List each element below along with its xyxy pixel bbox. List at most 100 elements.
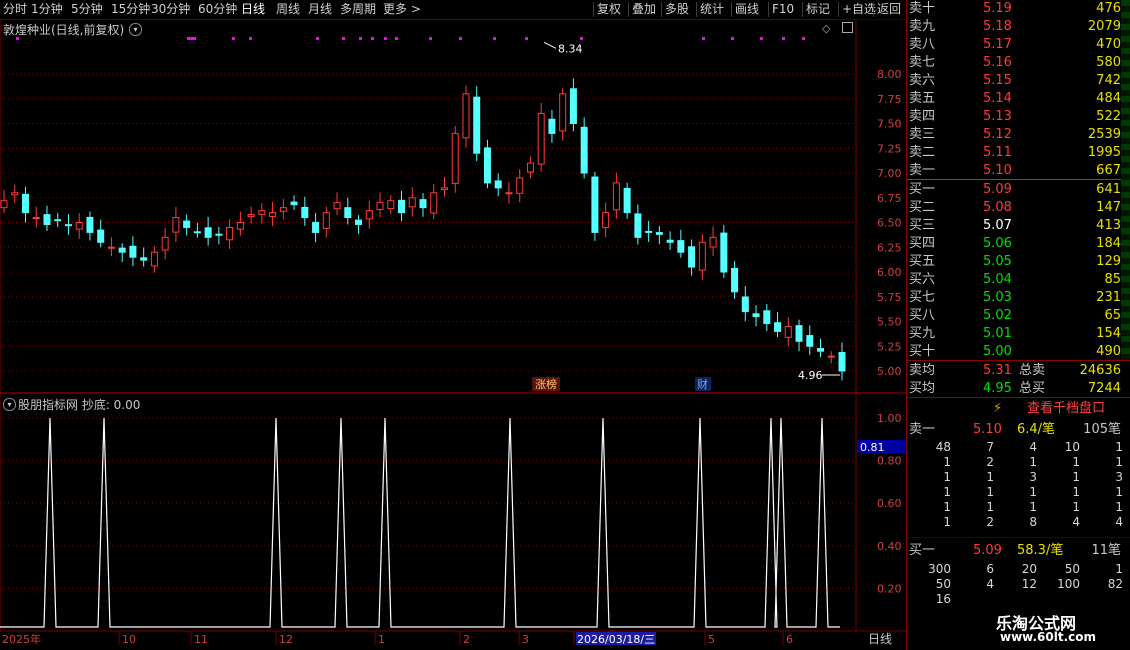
- bid-volume: 413: [1096, 218, 1121, 233]
- ask-row[interactable]: 卖九 5.18 2079: [907, 18, 1121, 36]
- ask-volume: 476: [1096, 1, 1121, 16]
- bid-row[interactable]: 买十 5.00 490: [907, 343, 1121, 361]
- period-tab-3[interactable]: 15分钟: [111, 1, 150, 18]
- bid-row[interactable]: 买七 5.03 231: [907, 289, 1121, 307]
- ask-row[interactable]: 卖四 5.13 522: [907, 108, 1121, 126]
- bid-row[interactable]: 买九 5.01 154: [907, 325, 1121, 343]
- queue-cell: 1: [986, 485, 994, 499]
- period-tab-6[interactable]: 日线: [241, 1, 265, 18]
- price-tick-label: 6.25: [877, 241, 902, 254]
- ask-price: 5.11: [983, 145, 1012, 160]
- price-tick-label: 7.75: [877, 93, 902, 106]
- period-tab-5[interactable]: 60分钟: [198, 1, 237, 18]
- bid-price: 5.04: [983, 272, 1012, 287]
- date-tick-label: 12: [279, 633, 293, 646]
- ask-volume: 484: [1096, 91, 1121, 106]
- signal-dot: [371, 37, 374, 40]
- chevron-down-icon[interactable]: ▾: [3, 398, 16, 411]
- queue-cell: 2: [986, 455, 994, 469]
- candle-body: [150, 251, 158, 267]
- date-tick-label: 11: [194, 633, 208, 646]
- candle-body: [365, 210, 373, 220]
- ask-row[interactable]: 卖三 5.12 2539: [907, 126, 1121, 144]
- toolbar-action-8[interactable]: 返回: [877, 1, 901, 18]
- bid-price: 5.07: [983, 218, 1012, 233]
- bid-price: 5.00: [983, 344, 1012, 359]
- period-tab-8[interactable]: 月线: [308, 1, 332, 18]
- avg-price: 5.31: [983, 363, 1012, 378]
- toolbar-action-1[interactable]: 叠加: [632, 1, 656, 18]
- ask-row[interactable]: 卖一 5.10 667: [907, 162, 1121, 180]
- candle-body: [494, 180, 502, 189]
- cursor-value: 0.81: [860, 441, 885, 454]
- ask-row[interactable]: 卖十 5.19 476: [907, 0, 1121, 18]
- ask-label: 卖六: [909, 73, 936, 88]
- book-separator: [907, 397, 1130, 398]
- bid-row[interactable]: 买五 5.05 129: [907, 253, 1121, 271]
- bid-label: 买三: [909, 218, 936, 233]
- period-label: 日线: [868, 632, 892, 646]
- ask-price: 5.16: [983, 55, 1012, 70]
- candle-body: [172, 217, 180, 233]
- period-tab-0[interactable]: 分时: [3, 1, 27, 18]
- date-tick-label: 6: [786, 633, 793, 646]
- candle-body: [677, 240, 685, 253]
- toolbar-action-2[interactable]: 多股: [665, 1, 689, 18]
- ask-row[interactable]: 卖五 5.14 484: [907, 90, 1121, 108]
- candle-body: [215, 233, 223, 236]
- toolbar-action-5[interactable]: F10: [772, 1, 794, 18]
- period-tab-9[interactable]: 多周期: [340, 1, 376, 18]
- signal-dot: [493, 37, 496, 40]
- queue-cell: 1: [1072, 455, 1080, 469]
- bid-row[interactable]: 买三 5.07 413: [907, 217, 1121, 235]
- ask-row[interactable]: 卖七 5.16 580: [907, 54, 1121, 72]
- bid-row[interactable]: 买四 5.06 184: [907, 235, 1121, 253]
- toolbar-action-0[interactable]: 复权: [597, 1, 621, 18]
- bid-row[interactable]: 买六 5.04 85: [907, 271, 1121, 289]
- ask-label: 卖十: [909, 1, 936, 16]
- queue-cell: 1: [1115, 440, 1123, 454]
- chart-area[interactable]: 8.00 7.75 7.50 7.25 7.00 6.75 6.50 6.25 6.00 5.75…: [0, 19, 906, 650]
- window-icon[interactable]: [842, 22, 853, 33]
- toolbar-action-6[interactable]: 标记: [806, 1, 830, 18]
- bid-row[interactable]: 买一 5.09 641: [907, 181, 1121, 199]
- candle-body: [355, 219, 363, 225]
- bid-row[interactable]: 买八 5.02 65: [907, 307, 1121, 325]
- toolbar-action-3[interactable]: 统计: [700, 1, 724, 18]
- bid-volume: 184: [1096, 236, 1121, 251]
- toolbar-action-7[interactable]: +自选: [842, 1, 876, 18]
- queue-cell: 4: [986, 577, 994, 591]
- date-tick-label: 2026/03/18/三: [577, 633, 655, 646]
- ask-row[interactable]: 卖六 5.15 742: [907, 72, 1121, 90]
- candle-body: [129, 245, 137, 258]
- candle-body: [54, 219, 62, 222]
- candle-body: [688, 246, 696, 268]
- queue-cell: 82: [1107, 577, 1123, 591]
- queue-cell: 100: [1057, 577, 1080, 591]
- candle-body: [602, 212, 610, 229]
- diamond-icon[interactable]: ◇: [822, 22, 830, 35]
- period-tab-10[interactable]: 更多 >: [383, 1, 421, 18]
- avg-label: 买均: [909, 381, 936, 396]
- toolbar-action-4[interactable]: 画线: [735, 1, 759, 18]
- period-tab-2[interactable]: 5分钟: [71, 1, 103, 18]
- period-tab-4[interactable]: 30分钟: [151, 1, 190, 18]
- thousand-level-button[interactable]: ⚡ 查看千档盘口: [907, 399, 1130, 419]
- period-tab-7[interactable]: 周线: [276, 1, 300, 18]
- indicator-tick-label: 0.40: [877, 540, 902, 553]
- ask-row[interactable]: 卖二 5.11 1995: [907, 144, 1121, 162]
- chevron-down-icon[interactable]: ▾: [129, 23, 142, 36]
- candle-body: [548, 118, 556, 134]
- signal-dot: [760, 37, 763, 40]
- candle-body: [698, 241, 706, 271]
- date-tick-label: 1: [378, 633, 385, 646]
- period-tab-1[interactable]: 1分钟: [31, 1, 63, 18]
- queue-cell: 3: [1029, 470, 1037, 484]
- bid-label: 买五: [909, 254, 936, 269]
- candle-body: [580, 126, 588, 174]
- queue-cell: 16: [935, 592, 951, 606]
- ask-row[interactable]: 卖八 5.17 470: [907, 36, 1121, 54]
- queue-cell: 3: [1115, 470, 1123, 484]
- high-marker: [543, 41, 557, 49]
- bid-row[interactable]: 买二 5.08 147: [907, 199, 1121, 217]
